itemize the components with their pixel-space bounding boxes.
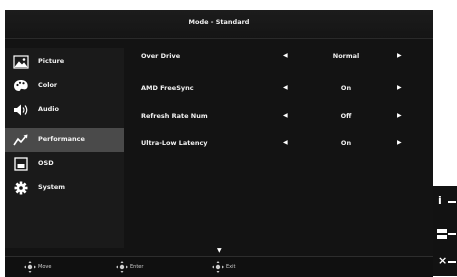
info-key[interactable]: i	[435, 194, 456, 210]
sidebar-item-color[interactable]: Color	[5, 74, 124, 98]
close-key[interactable]: ×	[435, 254, 456, 270]
sidebar-item-performance[interactable]: Performance	[5, 128, 124, 152]
sidebar-item-label: OSD	[38, 159, 54, 167]
menu-key[interactable]	[435, 226, 456, 242]
close-icon: ×	[438, 254, 448, 267]
key-pointer-line	[448, 233, 456, 235]
sidebar-item-label: Picture	[38, 57, 65, 65]
hint-label: Move	[38, 264, 52, 270]
hint-label: Exit	[226, 264, 236, 270]
gear-icon	[14, 181, 28, 195]
performance-icon	[13, 134, 28, 146]
setting-value: Off	[340, 112, 352, 120]
scroll-down-icon[interactable]: ▼	[217, 247, 222, 254]
arrow-right-icon[interactable]: ▶	[397, 52, 402, 59]
arrow-left-icon[interactable]: ◀	[283, 84, 288, 91]
joystick-icon	[24, 261, 36, 273]
setting-value: On	[340, 84, 352, 92]
sidebar-item-audio[interactable]: Audio	[5, 98, 124, 122]
arrow-right-icon[interactable]: ▶	[397, 139, 402, 146]
setting-row-refresh-rate-num[interactable]: Refresh Rate Num ◀ Off ▶	[125, 107, 433, 127]
arrow-left-icon[interactable]: ◀	[283, 112, 288, 119]
setting-row-amd-freesync[interactable]: AMD FreeSync ◀ On ▶	[125, 79, 433, 99]
sidebar: Picture Color Audio Performance OSD Syst…	[5, 48, 124, 248]
sidebar-item-osd[interactable]: OSD	[5, 152, 124, 176]
side-key-panel: i ×	[433, 186, 457, 276]
page-title: Mode - Standard	[188, 18, 250, 26]
title-bar: Mode - Standard	[5, 10, 433, 39]
sidebar-item-picture[interactable]: Picture	[5, 50, 124, 74]
sidebar-item-system[interactable]: System	[5, 176, 124, 200]
picture-icon	[13, 55, 29, 69]
osd-menu: Mode - Standard Picture Color Audio Perf…	[5, 10, 433, 277]
arrow-right-icon[interactable]: ▶	[397, 112, 402, 119]
setting-label: Refresh Rate Num	[141, 112, 208, 120]
key-pointer-line	[448, 201, 456, 203]
speaker-icon	[14, 104, 28, 116]
color-palette-icon	[14, 80, 28, 91]
sidebar-item-label: Color	[38, 81, 58, 89]
hint-label: Enter	[130, 264, 144, 270]
sidebar-item-label: System	[38, 183, 66, 191]
joystick-icon	[116, 261, 128, 273]
info-icon: i	[438, 194, 442, 207]
arrow-left-icon[interactable]: ◀	[283, 52, 288, 59]
arrow-left-icon[interactable]: ◀	[283, 139, 288, 146]
setting-label: Over Drive	[141, 52, 181, 60]
footer-hints: Move Enter Exit	[5, 256, 433, 277]
key-pointer-line	[448, 261, 456, 263]
setting-label: AMD FreeSync	[141, 84, 194, 92]
arrow-right-icon[interactable]: ▶	[397, 84, 402, 91]
setting-row-ultra-low-latency[interactable]: Ultra-Low Latency ◀ On ▶	[125, 134, 433, 154]
setting-value: On	[340, 139, 352, 147]
joystick-icon	[212, 261, 224, 273]
sidebar-item-label: Performance	[38, 135, 85, 143]
osd-icon	[14, 157, 28, 171]
setting-row-over-drive[interactable]: Over Drive ◀ Normal ▶	[125, 47, 433, 67]
setting-label: Ultra-Low Latency	[141, 139, 208, 147]
sidebar-item-label: Audio	[38, 105, 60, 113]
setting-value: Normal	[332, 52, 360, 60]
